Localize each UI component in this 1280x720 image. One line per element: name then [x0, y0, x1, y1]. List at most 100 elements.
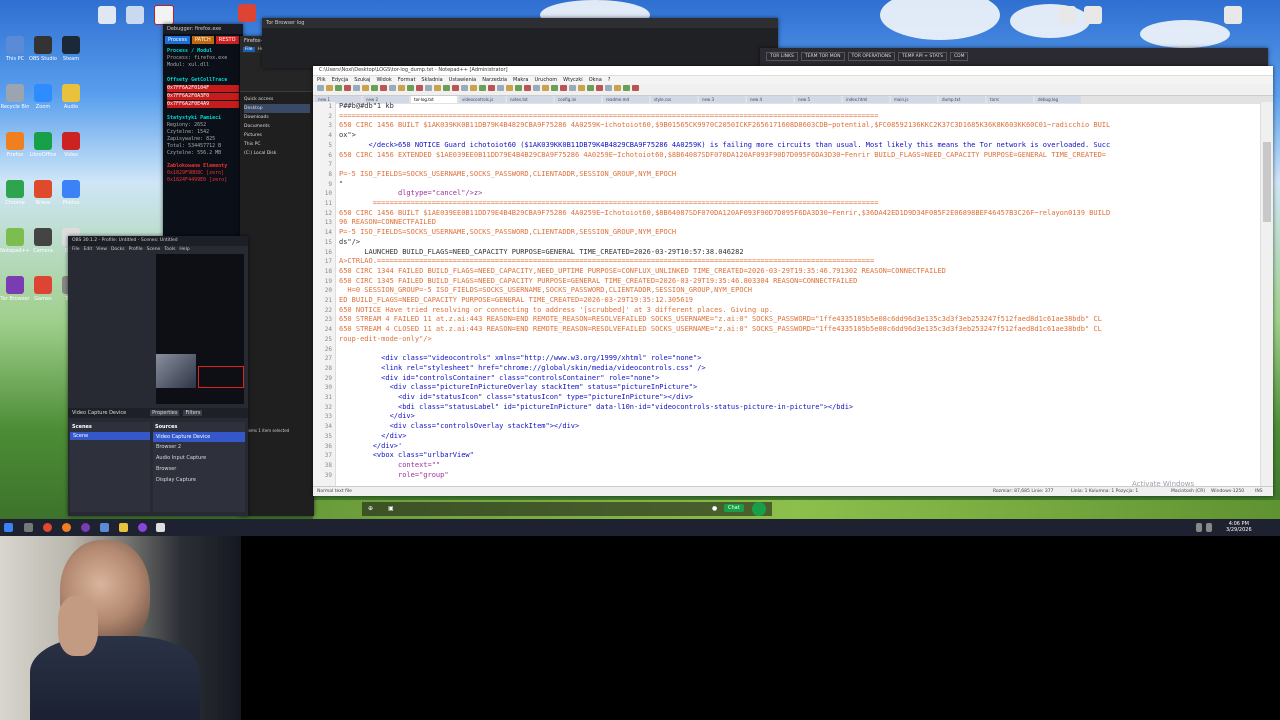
- document-icon[interactable]: [126, 6, 144, 24]
- menu-edit[interactable]: Edit: [84, 247, 93, 252]
- code-line[interactable]: ": [339, 180, 343, 190]
- toolbar-button-icon[interactable]: [344, 85, 351, 91]
- meeting-link-icon[interactable]: ⊕: [368, 505, 373, 512]
- code-line[interactable]: </div>: [339, 412, 415, 422]
- brave-icon[interactable]: [43, 523, 52, 532]
- editor-menu-item[interactable]: Okna: [589, 77, 602, 83]
- code-line[interactable]: A>CTRLAO.===============================…: [339, 257, 874, 267]
- menu-file[interactable]: File: [72, 247, 80, 252]
- toolbar-button-icon[interactable]: [587, 85, 594, 91]
- browser-tab[interactable]: TERM TOR MON: [800, 52, 845, 61]
- pdf-icon[interactable]: [154, 5, 174, 25]
- network-icon[interactable]: [1196, 523, 1202, 532]
- toolbar-button-icon[interactable]: [407, 85, 414, 91]
- toolbar-button-icon[interactable]: [515, 85, 522, 91]
- toolbar-button-icon[interactable]: [389, 85, 396, 91]
- nav-desktop[interactable]: Desktop: [244, 104, 310, 113]
- source-item[interactable]: Browser: [153, 464, 245, 475]
- code-line[interactable]: 96 REASON=CONNECTFAILED: [339, 218, 436, 228]
- code-line[interactable]: role="group": [339, 471, 449, 481]
- menu-help[interactable]: Help: [179, 247, 189, 252]
- toolbar-button-icon[interactable]: [605, 85, 612, 91]
- tab-process[interactable]: Process: [165, 36, 190, 44]
- document-icon[interactable]: [1084, 6, 1102, 24]
- editor-menu-item[interactable]: Szukaj: [354, 77, 370, 83]
- code-line[interactable]: 650 STREAM 4 FAILED 11 at.z.ai:443 REASO…: [339, 315, 1102, 325]
- toolbar-button-icon[interactable]: [596, 85, 603, 91]
- desktop-app-icon[interactable]: [34, 36, 52, 54]
- code-line[interactable]: dlgtype="cancel"/>z>: [339, 189, 482, 199]
- scrollbar-thumb[interactable]: [1263, 142, 1271, 222]
- code-line[interactable]: 650 CIRC 1345 FAILED BUILD_FLAGS=NEED_CA…: [339, 277, 857, 287]
- toolbar-button-icon[interactable]: [533, 85, 540, 91]
- properties-button[interactable]: Properties: [150, 410, 180, 416]
- editor-menu-item[interactable]: Format: [398, 77, 416, 83]
- toolbar-button-icon[interactable]: [317, 85, 324, 91]
- desktop-app-icon[interactable]: [62, 132, 80, 150]
- code-line[interactable]: P##b@#db"1 kb: [339, 102, 394, 112]
- code-line[interactable]: 650 CIRC 1456 EXTENDED $1AE039EE0B11DD79…: [339, 151, 1106, 161]
- menu-scene[interactable]: Scene: [147, 247, 161, 252]
- toolbar-button-icon[interactable]: [371, 85, 378, 91]
- app-icon[interactable]: [238, 4, 256, 22]
- desktop-app-icon[interactable]: [34, 84, 52, 102]
- nav-downloads[interactable]: Downloads: [244, 113, 310, 122]
- desktop-app-icon[interactable]: [6, 228, 24, 246]
- toolbar-button-icon[interactable]: [479, 85, 486, 91]
- toolbar-button-icon[interactable]: [497, 85, 504, 91]
- editor-menu-item[interactable]: Edycja: [332, 77, 349, 83]
- desktop-app-icon[interactable]: [34, 276, 52, 294]
- obs-icon[interactable]: [138, 523, 147, 532]
- notepad-icon[interactable]: [100, 523, 109, 532]
- code-line[interactable]: <bdi class="statusLabel" id="pictureInPi…: [339, 403, 853, 413]
- source-item[interactable]: Browser 2: [153, 442, 245, 453]
- menu-view[interactable]: View: [96, 247, 107, 252]
- meeting-doc-icon[interactable]: ▣: [388, 505, 394, 512]
- editor-menu-item[interactable]: Ustawienia: [449, 77, 476, 83]
- code-line[interactable]: <div class="videocontrols" xmlns="http:/…: [339, 354, 701, 364]
- toolbar-button-icon[interactable]: [353, 85, 360, 91]
- editor-menu-item[interactable]: Makra: [513, 77, 528, 83]
- document-icon[interactable]: [1058, 6, 1076, 24]
- toolbar-button-icon[interactable]: [461, 85, 468, 91]
- toolbar-button-icon[interactable]: [452, 85, 459, 91]
- code-line[interactable]: P=-5 ISO_FIELDS=SOCKS_USERNAME,SOCKS_PAS…: [339, 228, 676, 238]
- obs-preview[interactable]: [156, 254, 244, 404]
- filters-button[interactable]: Filters: [183, 410, 203, 416]
- desktop-app-icon[interactable]: [34, 180, 52, 198]
- desktop-app-icon[interactable]: [62, 36, 80, 54]
- toolbar-button-icon[interactable]: [326, 85, 333, 91]
- toolbar-button-icon[interactable]: [335, 85, 342, 91]
- editor-menu-item[interactable]: Narzedzia: [482, 77, 507, 83]
- code-line[interactable]: ED BUILD_FLAGS=NEED_CAPACITY PURPOSE=GEN…: [339, 296, 693, 306]
- nav-quick-access[interactable]: Quick access: [244, 95, 310, 104]
- desktop-app-icon[interactable]: [62, 180, 80, 198]
- toolbar-button-icon[interactable]: [524, 85, 531, 91]
- ribbon-tab-file[interactable]: File: [243, 47, 255, 52]
- code-line[interactable]: <div id="statusIcon" class="statusIcon" …: [339, 393, 693, 403]
- desktop-app-icon[interactable]: [62, 84, 80, 102]
- toolbar-button-icon[interactable]: [380, 85, 387, 91]
- editor-menu-item[interactable]: Widok: [376, 77, 391, 83]
- toolbar-button-icon[interactable]: [362, 85, 369, 91]
- menu-tools[interactable]: Tools: [164, 247, 175, 252]
- volume-icon[interactable]: [1206, 523, 1212, 532]
- toolbar-button-icon[interactable]: [551, 85, 558, 91]
- code-line[interactable]: roup-edit-mode-only"/>: [339, 335, 432, 345]
- browser-tab[interactable]: TOR OPERATIONS: [847, 52, 895, 61]
- menu-profile[interactable]: Profile: [129, 247, 143, 252]
- start-icon[interactable]: [4, 523, 13, 532]
- desktop-app-icon[interactable]: [6, 180, 24, 198]
- code-line[interactable]: </div>': [339, 442, 403, 452]
- toolbar-button-icon[interactable]: [470, 85, 477, 91]
- toolbar-button-icon[interactable]: [398, 85, 405, 91]
- code-line[interactable]: </div>: [339, 432, 406, 442]
- code-line[interactable]: context="": [339, 461, 440, 471]
- editor-menu-item[interactable]: ?: [608, 77, 611, 83]
- nav-this-pc[interactable]: This PC: [244, 140, 310, 149]
- editor-menu-item[interactable]: Uruchom: [534, 77, 557, 83]
- code-line[interactable]: <link rel="stylesheet" href="chrome://gl…: [339, 364, 706, 374]
- toolbar-button-icon[interactable]: [623, 85, 630, 91]
- vertical-scrollbar[interactable]: [1260, 102, 1273, 487]
- offset-item[interactable]: 0x7FF6A2F0A3F0: [167, 93, 239, 100]
